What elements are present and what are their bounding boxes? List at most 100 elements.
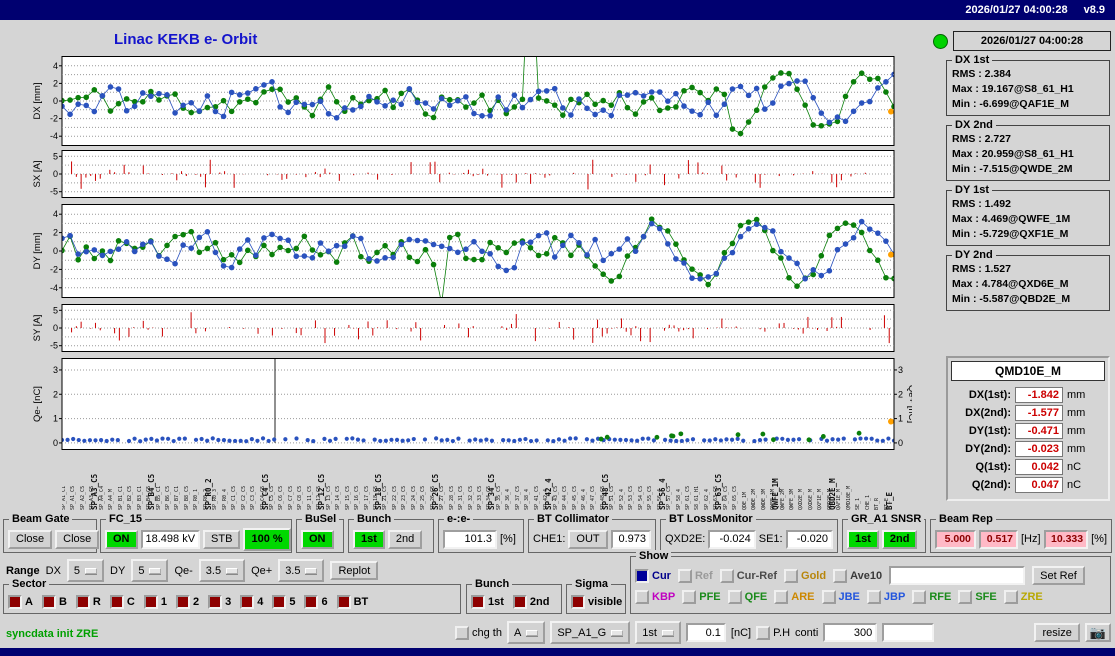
ph-indicator[interactable] (756, 626, 770, 640)
sector-checkbox-indicator[interactable] (76, 595, 90, 609)
sector-checkbox-r[interactable]: R (76, 595, 101, 609)
show-checkbox-indicator[interactable] (678, 569, 692, 583)
show-checkbox-gold[interactable]: Gold (784, 569, 826, 583)
show-checkbox-cur[interactable]: Cur (635, 569, 671, 583)
monitor-row-value: -1.577 (1015, 405, 1063, 421)
sector-checkbox-6[interactable]: 6 (304, 595, 327, 609)
busel-on-button[interactable]: ON (301, 530, 334, 549)
ref-name-input[interactable] (889, 566, 1025, 585)
camera-snapshot-button[interactable]: 📷 (1085, 623, 1111, 642)
bunch-order-select[interactable]: 1st (635, 621, 681, 644)
sector-checkbox-indicator[interactable] (144, 595, 158, 609)
sector-checkbox-indicator[interactable] (240, 595, 254, 609)
sector-checkbox-indicator[interactable] (42, 595, 56, 609)
bunch-2nd-button[interactable]: 2nd (388, 530, 422, 549)
set-ref-button[interactable]: Set Ref (1032, 566, 1085, 585)
sector-checkbox-indicator[interactable] (208, 595, 222, 609)
sector-checkbox-5[interactable]: 5 (272, 595, 295, 609)
show-checkbox-pfe[interactable]: PFE (682, 590, 720, 604)
show-checkbox-qfe[interactable]: QFE (728, 590, 768, 604)
threshold-value[interactable]: 0.1 (686, 623, 726, 642)
sector-checkbox-indicator[interactable] (176, 595, 190, 609)
sector-checkbox-bt[interactable]: BT (337, 595, 369, 609)
show-checkbox-indicator[interactable] (728, 590, 742, 604)
resize-button[interactable]: resize (1034, 623, 1079, 642)
bunch-checkbox-indicator[interactable] (513, 595, 527, 609)
bunch-checkbox-2nd[interactable]: 2nd (513, 595, 550, 609)
show-checkbox-are[interactable]: ARE (774, 590, 814, 604)
show-checkbox-indicator[interactable] (784, 569, 798, 583)
fc15-on-button[interactable]: ON (105, 530, 138, 549)
show-checkbox-label: RFE (929, 591, 951, 603)
show-checkbox-sfe[interactable]: SFE (958, 590, 996, 604)
show-checkbox-jbp[interactable]: JBP (867, 590, 905, 604)
bpm-label: SP_37_C5 (516, 452, 521, 510)
bpm-label: SP_36_4 (506, 452, 511, 510)
dy-range-select[interactable]: 5 (131, 559, 168, 582)
bpm-label: SP_64_C5 (724, 452, 729, 510)
show-checkbox-ref[interactable]: Ref (678, 569, 713, 583)
bt-collimator-group: BT Collimator CHE1: OUT 0.973 (528, 519, 656, 553)
ph-checkbox[interactable]: P.H (756, 626, 790, 640)
spare-input[interactable] (882, 623, 934, 642)
qem-range-select[interactable]: 3.5 (199, 559, 245, 582)
show-checkbox-zre[interactable]: ZRE (1004, 590, 1043, 604)
qep-range-select[interactable]: 3.5 (278, 559, 324, 582)
sector-checkbox-indicator[interactable] (337, 595, 351, 609)
threshold-unit: [nC] (731, 627, 751, 639)
sector-checkbox-1[interactable]: 1 (144, 595, 167, 609)
fc15-kv-value: 18.498 kV (141, 530, 201, 549)
bunch-checkbox-1st[interactable]: 1st (471, 595, 504, 609)
beam-gate-close-button-2[interactable]: Close (55, 530, 99, 549)
bunch-checkbox-indicator[interactable] (471, 595, 485, 609)
gr-a1-1st-button[interactable]: 1st (847, 530, 879, 549)
sector-checkbox-a[interactable]: A (8, 595, 33, 609)
show-checkbox-kbp[interactable]: KBP (635, 590, 675, 604)
sector-checkbox-b[interactable]: B (42, 595, 67, 609)
bpm-label: SP_44_C5 (563, 452, 568, 510)
fc15-stb-button[interactable]: STB (203, 530, 240, 549)
sector-checkbox-label: R (93, 596, 101, 608)
sector-checkbox-indicator[interactable] (272, 595, 286, 609)
sigma-checkbox-visible[interactable]: visible (571, 595, 622, 609)
chg-th-indicator[interactable] (455, 626, 469, 640)
show-checkbox-jbe[interactable]: JBE (822, 590, 860, 604)
bpm-select[interactable]: SP_A1_G (550, 621, 630, 644)
show-checkbox-indicator[interactable] (912, 590, 926, 604)
monitor-row-label: Q(1st): (953, 461, 1011, 473)
sector-checkbox-indicator[interactable] (8, 595, 22, 609)
sigma-checkbox-indicator[interactable] (571, 595, 585, 609)
replot-button[interactable]: Replot (330, 561, 378, 580)
svg-text:0: 0 (53, 169, 58, 179)
show-checkbox-indicator[interactable] (774, 590, 788, 604)
sector-checkbox-indicator[interactable] (304, 595, 318, 609)
sigma-group: Sigma visible (566, 584, 626, 614)
conti-count-value[interactable]: 300 (823, 623, 877, 642)
show-checkbox-indicator[interactable] (867, 590, 881, 604)
monitor-row-unit: mm (1067, 443, 1085, 455)
show-checkbox-indicator[interactable] (822, 590, 836, 604)
sector-checkbox-c[interactable]: C (110, 595, 135, 609)
sector-checkbox-2[interactable]: 2 (176, 595, 199, 609)
sector-select[interactable]: A (507, 621, 545, 644)
dx-range-select[interactable]: 5 (67, 559, 104, 582)
show-checkbox-rfe[interactable]: RFE (912, 590, 951, 604)
show-checkbox-cur-ref[interactable]: Cur-Ref (720, 569, 777, 583)
show-checkbox-indicator[interactable] (958, 590, 972, 604)
sector-checkbox-indicator[interactable] (110, 595, 124, 609)
beam-gate-close-button-1[interactable]: Close (8, 530, 52, 549)
che1-state-button[interactable]: OUT (568, 530, 607, 549)
sector-checkbox-4[interactable]: 4 (240, 595, 263, 609)
show-checkbox-indicator[interactable] (635, 590, 649, 604)
chg-th-checkbox[interactable]: chg th (455, 626, 502, 640)
show-checkbox-indicator[interactable] (682, 590, 696, 604)
show-checkbox-ave10[interactable]: Ave10 (833, 569, 882, 583)
show-checkbox-indicator[interactable] (635, 569, 649, 583)
show-checkbox-indicator[interactable] (1004, 590, 1018, 604)
bt-lossmonitor-group: BT LossMonitor QXD2E: -0.024 SE1: -0.020 (660, 519, 838, 553)
sector-checkbox-3[interactable]: 3 (208, 595, 231, 609)
show-checkbox-indicator[interactable] (720, 569, 734, 583)
bunch-1st-button[interactable]: 1st (353, 530, 385, 549)
gr-a1-2nd-button[interactable]: 2nd (882, 530, 918, 549)
show-checkbox-indicator[interactable] (833, 569, 847, 583)
